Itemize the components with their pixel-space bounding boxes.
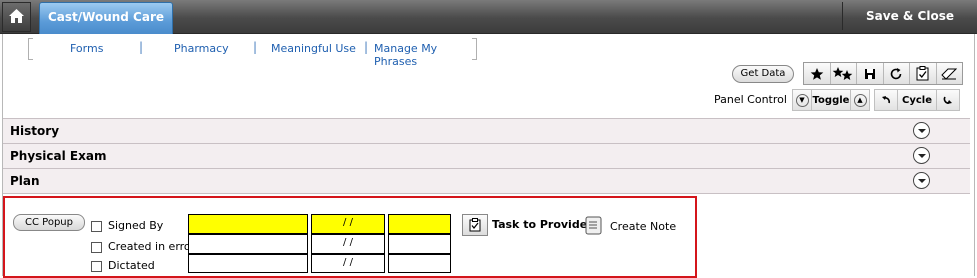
dictated-date-field[interactable]: / /	[311, 254, 385, 273]
nav-link-forms[interactable]: Forms	[70, 42, 103, 55]
created-in-error-checkbox[interactable]	[91, 241, 102, 253]
refresh-icon	[890, 67, 902, 79]
created-in-error-time-field[interactable]	[388, 234, 451, 254]
created-in-error-date-field[interactable]: / /	[311, 234, 385, 254]
get-data-button[interactable]: Get Data	[732, 65, 794, 83]
redo-arrow-icon	[943, 96, 952, 104]
save-icon	[864, 68, 875, 79]
created-in-error-row: Created in error	[91, 240, 195, 254]
task-to-provider-button[interactable]	[462, 214, 488, 236]
section-plan[interactable]: Plan	[3, 168, 970, 194]
signed-by-row: Signed By	[91, 219, 163, 233]
nav-link-meaningful-use[interactable]: Meaningful Use	[271, 42, 356, 55]
signed-by-date-field[interactable]: / /	[311, 214, 385, 234]
nav-separator: |	[139, 40, 144, 54]
task-to-provider-label[interactable]: Task to Provider	[492, 218, 593, 231]
home-icon	[9, 9, 24, 23]
section-physical-exam-label: Physical Exam	[10, 149, 107, 163]
chevron-up-icon: ▲	[853, 93, 867, 107]
tab-cast-wound-care[interactable]: Cast/Wound Care	[39, 2, 173, 34]
section-history[interactable]: History	[3, 118, 970, 144]
toggle-down-button[interactable]: ▼	[792, 89, 812, 111]
create-note-button[interactable]	[585, 216, 602, 238]
dictated-time-field[interactable]	[388, 254, 451, 273]
multi-star-icon	[832, 66, 853, 80]
created-in-error-label: Created in error	[108, 240, 196, 253]
top-bar: Cast/Wound Care Save & Close	[0, 0, 977, 34]
refresh-button[interactable]	[884, 63, 910, 84]
bracket-left	[28, 38, 33, 60]
save-button[interactable]	[857, 63, 884, 84]
created-in-error-name-field[interactable]	[188, 234, 308, 254]
nav-links: Forms | Pharmacy | Meaningful Use | Mana…	[28, 38, 478, 68]
nav-link-pharmacy[interactable]: Pharmacy	[174, 42, 229, 55]
note-toolbar	[803, 62, 963, 85]
cycle-back-button[interactable]	[874, 89, 898, 111]
section-plan-label: Plan	[10, 174, 40, 188]
nav-link-manage-phrases[interactable]: Manage My Phrases	[374, 42, 478, 68]
toggle-button[interactable]: Toggle	[811, 89, 851, 111]
clipboard-check-icon	[469, 218, 481, 232]
cycle-forward-button[interactable]	[936, 89, 960, 111]
home-button[interactable]	[2, 2, 31, 32]
dictated-name-field[interactable]	[188, 254, 308, 273]
chevron-down-icon[interactable]	[913, 122, 930, 139]
chevron-down-icon[interactable]	[913, 172, 930, 189]
cc-popup-button[interactable]: CC Popup	[13, 214, 85, 231]
save-close-button[interactable]: Save & Close	[842, 2, 977, 30]
section-history-label: History	[10, 124, 60, 138]
section-physical-exam[interactable]: Physical Exam	[3, 143, 970, 169]
document-icon	[585, 216, 602, 235]
chevron-down-icon: ▼	[795, 93, 809, 107]
star-icon	[810, 67, 824, 80]
cycle-button[interactable]: Cycle	[897, 89, 937, 111]
toggle-up-button[interactable]: ▲	[850, 89, 870, 111]
signed-by-time-field[interactable]	[388, 214, 451, 234]
eraser-icon	[941, 68, 958, 80]
clipboard-check-icon	[916, 66, 929, 81]
nav-separator: |	[364, 40, 369, 54]
dictated-row: Dictated	[91, 259, 155, 273]
undo-arrow-icon	[882, 96, 890, 104]
bracket-right	[472, 38, 477, 60]
dictated-checkbox[interactable]	[91, 260, 102, 272]
signed-by-checkbox[interactable]	[91, 220, 102, 232]
eraser-button[interactable]	[937, 63, 963, 84]
panel-control-label: Panel Control	[714, 93, 787, 106]
create-note-label[interactable]: Create Note	[610, 220, 676, 233]
clipboard-check-button[interactable]	[910, 63, 937, 84]
star-button[interactable]	[804, 63, 831, 84]
chevron-down-icon[interactable]	[913, 147, 930, 164]
signed-by-name-field[interactable]	[188, 214, 308, 234]
signed-by-label: Signed By	[108, 219, 164, 232]
multi-star-button[interactable]	[831, 63, 857, 84]
nav-separator: |	[253, 40, 258, 54]
dictated-label: Dictated	[108, 259, 155, 272]
